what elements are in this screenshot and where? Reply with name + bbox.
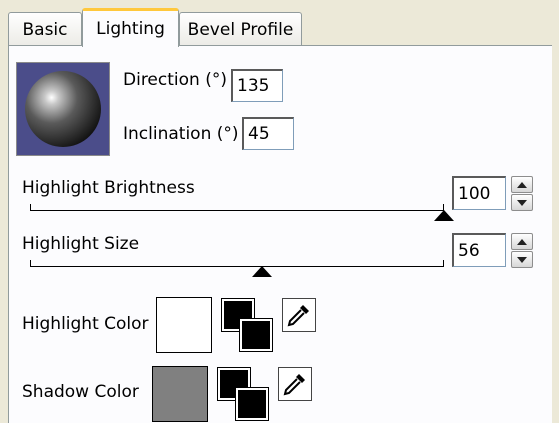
tab-lighting-label: Lighting <box>96 19 165 39</box>
eyedropper-icon <box>287 305 309 327</box>
inclination-value: 45 <box>248 124 270 144</box>
highlight-brightness-value: 100 <box>458 183 491 204</box>
highlight-brightness-spinner[interactable] <box>511 176 533 211</box>
shaded-sphere-icon <box>25 71 101 147</box>
highlight-size-label: Highlight Size <box>22 234 140 254</box>
shadow-eyedropper-button[interactable] <box>278 367 312 401</box>
highlight-brightness-slider-thumb[interactable] <box>434 210 454 221</box>
arrow-down-icon <box>517 199 527 206</box>
highlight-size-track[interactable] <box>30 260 444 267</box>
inclination-label: Inclination (°) <box>123 124 239 144</box>
spin-down-button[interactable] <box>511 251 533 268</box>
swap-colors-icon <box>235 387 269 421</box>
highlight-size-input[interactable]: 56 <box>452 233 506 267</box>
arrow-up-icon <box>517 181 527 188</box>
tab-basic-label: Basic <box>22 19 68 40</box>
eyedropper-icon <box>283 374 305 396</box>
highlight-brightness-label: Highlight Brightness <box>22 178 195 198</box>
direction-label: Direction (°) <box>123 70 227 90</box>
highlight-size-slider-thumb[interactable] <box>251 266 272 277</box>
highlight-color-label: Highlight Color <box>22 314 149 334</box>
tab-basic[interactable]: Basic <box>8 12 82 46</box>
shadow-color-swatch[interactable] <box>152 366 208 422</box>
shadow-swap-colors-button[interactable] <box>216 366 270 422</box>
tab-lighting[interactable]: Lighting <box>82 8 179 47</box>
tab-bevel-profile-label: Bevel Profile <box>187 19 294 40</box>
direction-input[interactable]: 135 <box>231 69 283 102</box>
highlight-size-spinner[interactable] <box>511 233 533 268</box>
highlight-color-swatch[interactable] <box>156 297 212 353</box>
spin-up-button[interactable] <box>511 176 533 193</box>
highlight-brightness-track[interactable] <box>30 204 444 211</box>
arrow-up-icon <box>517 238 527 245</box>
tab-bevel-profile[interactable]: Bevel Profile <box>179 12 302 46</box>
highlight-size-value: 56 <box>458 240 480 261</box>
arrow-down-icon <box>517 256 527 263</box>
swap-colors-icon <box>239 318 273 352</box>
highlight-eyedropper-button[interactable] <box>282 298 316 332</box>
highlight-brightness-input[interactable]: 100 <box>452 176 506 210</box>
highlight-swap-colors-button[interactable] <box>220 297 274 353</box>
spin-up-button[interactable] <box>511 233 533 250</box>
shadow-color-label: Shadow Color <box>22 382 139 402</box>
spin-down-button[interactable] <box>511 194 533 211</box>
inclination-input[interactable]: 45 <box>242 117 294 150</box>
light-preview <box>16 62 110 156</box>
direction-value: 135 <box>237 76 270 96</box>
